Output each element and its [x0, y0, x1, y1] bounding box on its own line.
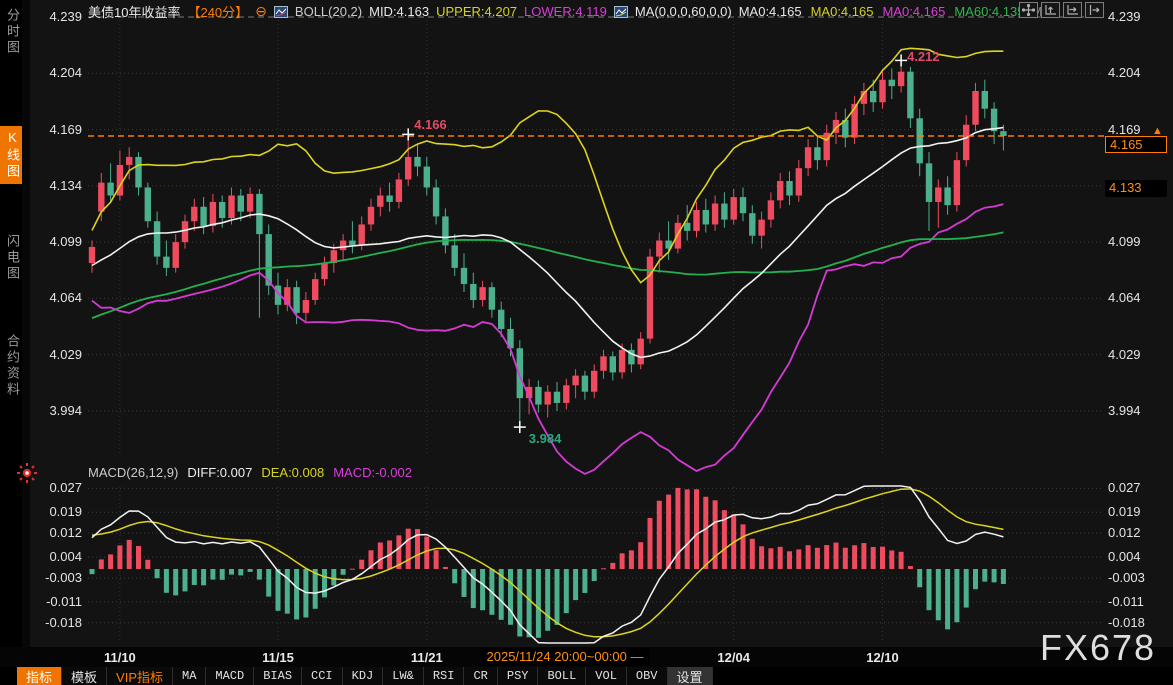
macd-params-label: MACD(26,12,9) — [88, 465, 178, 481]
high-annotation-4166: 4.166 — [414, 117, 447, 132]
candle-time-tooltip: 2025/11/24 20:00~00:00 — — [480, 648, 650, 666]
toolbar-button-LW&[interactable]: LW& — [383, 667, 424, 685]
date-tick-11-21: 11/21 — [399, 650, 455, 665]
toolbar-button-MA[interactable]: MA — [173, 667, 206, 685]
price-axis-label-left: 4.099 — [28, 234, 82, 250]
price-axis-label-right: 4.204 — [1108, 65, 1168, 81]
ma-indicator-icon[interactable] — [614, 6, 628, 18]
scale-right-icon[interactable] — [1063, 2, 1082, 18]
period-label: 【240分】 — [187, 2, 248, 21]
boll-lower-value: LOWER:4.119 — [524, 4, 607, 19]
window-control-icons — [1019, 2, 1104, 18]
macd-diff-value: DIFF:0.007 — [187, 465, 252, 481]
toolbar-button-指标[interactable]: 指标 — [17, 667, 62, 685]
low-annotation-3984: 3.984 — [529, 431, 562, 446]
macd-dea-value: DEA:0.008 — [261, 465, 324, 481]
boll-upper-value: UPPER:4.207 — [436, 4, 517, 19]
macd-axis-label-right: 0.012 — [1108, 525, 1168, 541]
date-tick-12-10: 12/10 — [855, 650, 911, 665]
pan-crosshair-icon[interactable] — [1019, 2, 1038, 18]
price-axis-label-left: 4.169 — [28, 122, 82, 138]
toolbar-button-模板[interactable]: 模板 — [62, 667, 107, 685]
macd-axis-label-left: -0.018 — [28, 615, 82, 631]
toolbar-button-RSI[interactable]: RSI — [424, 667, 465, 685]
toolbar-button-CCI[interactable]: CCI — [302, 667, 343, 685]
price-axis-label-left: 4.239 — [28, 9, 82, 25]
macd-axis-label-left: -0.011 — [28, 594, 82, 610]
price-axis-label-left: 4.064 — [28, 290, 82, 306]
ma-params-label: MA(0,0,0,60,0,0) — [635, 4, 732, 19]
scale-up-icon[interactable] — [1041, 2, 1060, 18]
sidebar-tab-闪电图[interactable]: 闪电图 — [0, 230, 22, 286]
price-axis-label-left: 3.994 — [28, 403, 82, 419]
date-tick-12-04: 12/04 — [706, 650, 762, 665]
toolbar-button-设置[interactable]: 设置 — [668, 667, 713, 685]
sidebar-tab-K线图[interactable]: K线图 — [0, 126, 22, 184]
macd-axis-label-right: 0.027 — [1108, 480, 1168, 496]
price-axis-label-right: 4.029 — [1108, 347, 1168, 363]
toolbar-button-MACD[interactable]: MACD — [206, 667, 254, 685]
toolbar-button-VOL[interactable]: VOL — [586, 667, 627, 685]
price-up-arrow-icon: ▲ — [1152, 125, 1163, 137]
toolbar-button-PSY[interactable]: PSY — [498, 667, 539, 685]
macd-header: MACD(26,12,9) DIFF:0.007 DEA:0.008 MACD:… — [88, 465, 412, 481]
price-axis-label-right: 3.994 — [1108, 403, 1168, 419]
ma-value: MA0:4.165 — [739, 4, 802, 19]
left-sidebar: 分时图 K线图闪电图合约资料 — [0, 0, 22, 685]
current-price-box: 4.165 — [1105, 136, 1167, 153]
indicator-toolbar: 指标模板VIP指标MAMACDBIASCCIKDJLW&RSICRPSYBOLL… — [0, 667, 1173, 685]
collapse-indicator-icon[interactable]: ⊖ — [255, 3, 267, 20]
chart-header: 美债10年收益率 【240分】 ⊖ BOLL(20,2) MID:4.163 U… — [88, 3, 1042, 20]
alert-sun-icon[interactable] — [16, 462, 38, 484]
brand-watermark: FX678 — [1040, 627, 1156, 669]
toolbar-button-VIP指标[interactable]: VIP指标 — [107, 667, 173, 685]
price-axis-label-right: 4.099 — [1108, 234, 1168, 250]
toolbar-button-CR[interactable]: CR — [464, 667, 497, 685]
price-axis-label-left: 4.204 — [28, 65, 82, 81]
ma-value: MA60:4.135 — [954, 4, 1024, 19]
sidebar-gutter — [22, 0, 30, 685]
boll-label: BOLL(20,2) — [295, 4, 362, 19]
step-forward-icon[interactable] — [1085, 2, 1104, 18]
macd-axis-label-right: 0.019 — [1108, 504, 1168, 520]
boll-mid-value: MID:4.163 — [369, 4, 429, 19]
instrument-title: 美债10年收益率 — [88, 2, 180, 21]
sidebar-tab-分时图[interactable]: 分时图 — [0, 4, 22, 60]
ma-values: MA0:4.165 MA0:4.165 MA0:4.165 MA60:4.135 — [739, 4, 1025, 19]
macd-axis-label-right: -0.003 — [1108, 570, 1168, 586]
macd-axis-label-right: 0.004 — [1108, 549, 1168, 565]
toolbar-button-BIAS[interactable]: BIAS — [254, 667, 302, 685]
secondary-price-box: 4.133 — [1105, 180, 1167, 197]
chart-application: 分时图 K线图闪电图合约资料 美债10年收益率 【240分】 ⊖ BOLL(20,… — [0, 0, 1173, 685]
macd-axis-label-left: 0.004 — [28, 549, 82, 565]
ma-value: MA0:4.165 — [811, 4, 874, 19]
macd-axis-label-left: -0.003 — [28, 570, 82, 586]
toolbar-button-OBV[interactable]: OBV — [627, 667, 668, 685]
macd-axis-label-left: 0.019 — [28, 504, 82, 520]
high-annotation-4212: 4.212 — [907, 49, 940, 64]
price-axis-label-right: 4.239 — [1108, 9, 1168, 25]
price-axis-label-right: 4.064 — [1108, 290, 1168, 306]
ma-value: MA0:4.165 — [882, 4, 945, 19]
candlestick-chart-canvas[interactable] — [0, 0, 1173, 685]
boll-indicator-icon[interactable] — [274, 6, 288, 18]
macd-axis-label-left: 0.012 — [28, 525, 82, 541]
price-axis-label-left: 4.029 — [28, 347, 82, 363]
toolbar-button-BOLL[interactable]: BOLL — [538, 667, 586, 685]
price-axis-label-left: 4.134 — [28, 178, 82, 194]
date-tick-11-10: 11/10 — [92, 650, 148, 665]
sidebar-tab-合约资料[interactable]: 合约资料 — [0, 330, 22, 402]
date-tick-11-15: 11/15 — [250, 650, 306, 665]
macd-macd-value: MACD:-0.002 — [333, 465, 412, 481]
macd-axis-label-right: -0.011 — [1108, 594, 1168, 610]
toolbar-button-KDJ[interactable]: KDJ — [343, 667, 384, 685]
